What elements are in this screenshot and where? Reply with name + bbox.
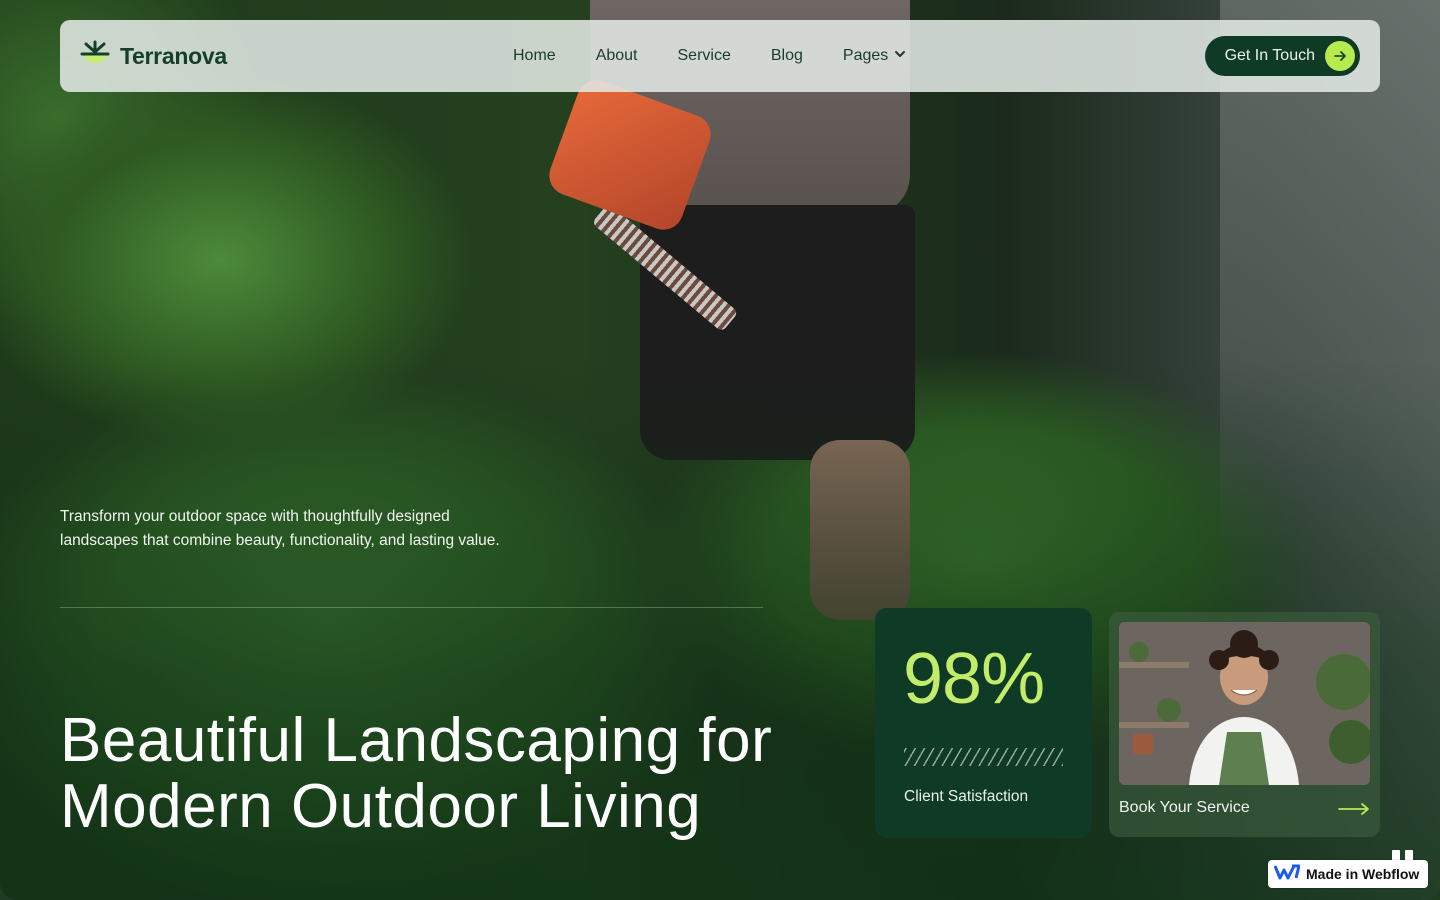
webflow-logo-icon	[1273, 864, 1301, 885]
arrow-right-icon	[1325, 41, 1355, 71]
nav-link-home[interactable]: Home	[513, 47, 556, 65]
nav-link-pages-label: Pages	[842, 47, 889, 64]
made-in-webflow-badge[interactable]: Made in Webflow	[1268, 860, 1428, 888]
get-in-touch-button[interactable]: Get In Touch	[1204, 36, 1360, 76]
gardener-portrait-photo	[1119, 622, 1370, 785]
nav-link-service[interactable]: Service	[678, 47, 731, 65]
stat-label: Client Satisfaction	[904, 788, 1029, 805]
chevron-down-icon	[894, 47, 906, 65]
hero-title: Beautiful Landscaping for Modern Outdoor…	[60, 708, 840, 840]
nav-dropdown-pages[interactable]: Pages	[843, 47, 906, 65]
nav-link-blog[interactable]: Blog	[771, 47, 803, 65]
webflow-badge-label: Made in Webflow	[1306, 866, 1420, 882]
hero-title-line-2: Modern Outdoor Living	[60, 772, 702, 841]
brand-link[interactable]: Terranova	[80, 40, 227, 72]
hero-title-line-1: Beautiful Landscaping for	[60, 706, 773, 775]
book-service-label: Book Your Service	[1119, 799, 1250, 816]
hero-divider	[60, 607, 763, 608]
hero-description: Transform your outdoor space with though…	[60, 508, 500, 549]
navbar: Terranova Home About Service Blog Pages …	[60, 20, 1380, 92]
brand-name: Terranova	[120, 42, 227, 69]
stat-value: 98%	[903, 639, 1045, 719]
arrow-right-long-icon	[1338, 802, 1370, 821]
get-in-touch-label: Get In Touch	[1224, 47, 1315, 64]
client-satisfaction-card: 98% Client Satisfaction	[875, 608, 1092, 838]
nav-link-about[interactable]: About	[596, 47, 638, 65]
book-service-card[interactable]: Book Your Service	[1109, 612, 1380, 837]
sprout-logo-icon	[80, 40, 110, 72]
nav-links: Home About Service Blog Pages	[513, 47, 906, 65]
stat-hatch-decoration	[904, 748, 1063, 766]
